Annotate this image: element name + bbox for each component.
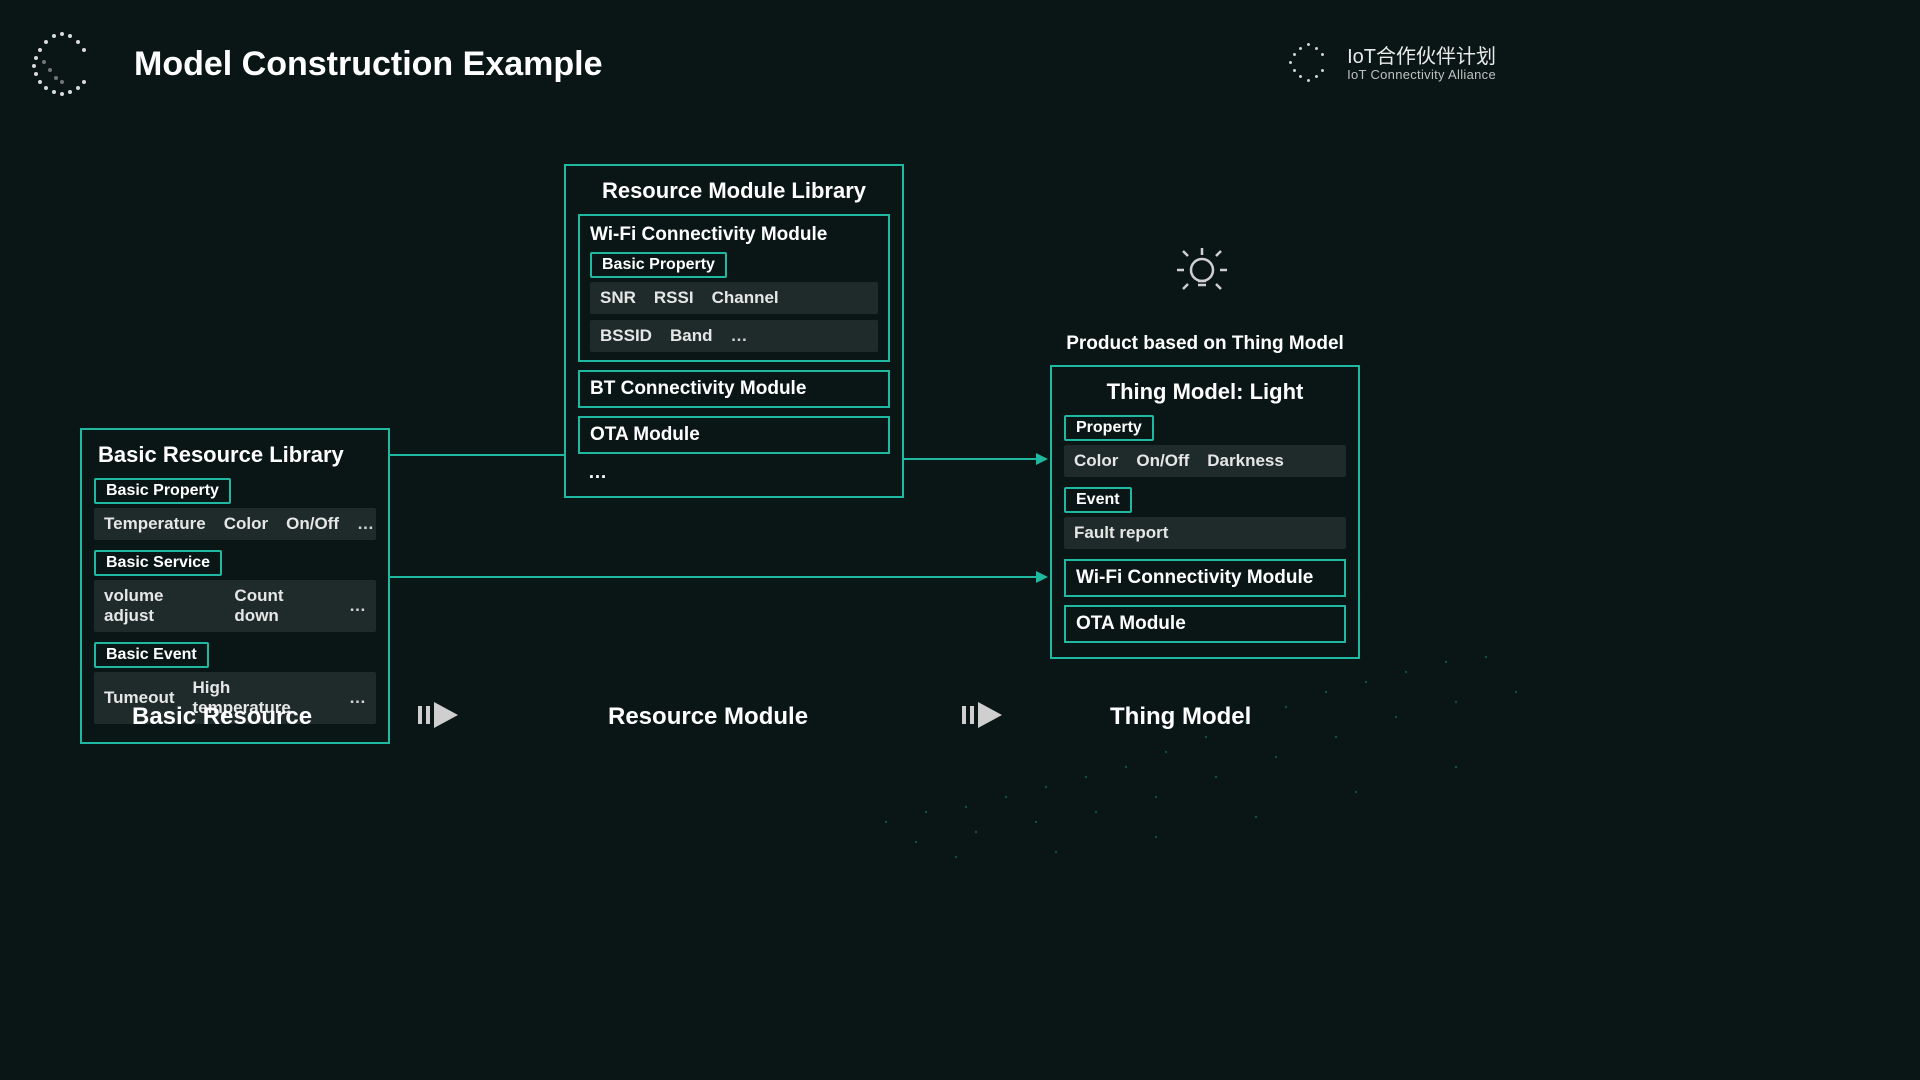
basic-service-row: volume adjust Count down … [94, 580, 376, 632]
tm-prop-color: Color [1074, 451, 1118, 471]
product-based-label: Product based on Thing Model [1040, 333, 1370, 355]
header: Model Construction Example IoT合作伙伴计划 IoT… [0, 0, 1536, 98]
tm-event-section: Event Fault report [1064, 487, 1346, 549]
tm-event-badge: Event [1064, 487, 1132, 513]
wifi-row2: BSSID Band … [590, 320, 878, 352]
basic-property-section: Basic Property Temperature Color On/Off … [94, 478, 376, 540]
thing-model-box: Thing Model: Light Property Color On/Off… [1050, 365, 1360, 659]
wifi-bssid: BSSID [600, 326, 652, 346]
tm-property-section: Property Color On/Off Darkness [1064, 415, 1346, 477]
caption-basic-resource: Basic Resource [132, 703, 312, 731]
brand: IoT合作伙伴计划 IoT Connectivity Alliance [1287, 41, 1496, 87]
ellipsis: … [357, 514, 374, 534]
resource-module-library-box: Resource Module Library Wi-Fi Connectivi… [564, 164, 904, 498]
tm-evt-fault: Fault report [1074, 523, 1168, 543]
flow-arrow-icon [962, 700, 1006, 730]
prop-temperature: Temperature [104, 514, 206, 534]
svc-volume-adjust: volume adjust [104, 586, 216, 626]
wifi-band: Band [670, 326, 713, 346]
brand-title-cn: IoT合作伙伴计划 [1347, 46, 1496, 68]
wifi-module-box: Wi-Fi Connectivity Module Basic Property… [578, 214, 890, 362]
page-title: Model Construction Example [134, 45, 603, 84]
tm-property-badge: Property [1064, 415, 1154, 441]
tm-wifi-module: Wi-Fi Connectivity Module [1064, 559, 1346, 597]
wifi-row1: SNR RSSI Channel [590, 282, 878, 314]
brand-text: IoT合作伙伴计划 IoT Connectivity Alliance [1347, 46, 1496, 82]
ellipsis: … [349, 596, 366, 616]
connector-rm-to-tm [904, 458, 1038, 460]
brand-dotted-icon [1287, 41, 1333, 87]
bt-module-box: BT Connectivity Module [578, 370, 890, 408]
basic-property-row: Temperature Color On/Off … [94, 508, 376, 540]
tm-event-row: Fault report [1064, 517, 1346, 549]
basic-service-section: Basic Service volume adjust Count down … [94, 550, 376, 632]
connector-basic-to-rm [390, 454, 564, 456]
basic-resource-library-box: Basic Resource Library Basic Property Te… [80, 428, 390, 744]
tm-property-row: Color On/Off Darkness [1064, 445, 1346, 477]
svc-countdown: Count down [234, 586, 331, 626]
logo-dotted-c-icon [30, 30, 98, 98]
rm-ellipsis: … [578, 462, 890, 484]
wifi-title: Wi-Fi Connectivity Module [590, 224, 878, 246]
ellipsis: … [730, 326, 747, 346]
wifi-basic-property-badge: Basic Property [590, 252, 727, 278]
basic-title: Basic Resource Library [98, 442, 372, 468]
arrowhead-icon [1036, 571, 1048, 583]
ota-module-box: OTA Module [578, 416, 890, 454]
header-left: Model Construction Example [30, 30, 603, 98]
tm-ota-module: OTA Module [1064, 605, 1346, 643]
ellipsis: … [349, 688, 366, 708]
prop-color: Color [224, 514, 268, 534]
rm-title: Resource Module Library [582, 178, 886, 204]
connector-basic-to-tm [390, 576, 1038, 578]
basic-property-badge: Basic Property [94, 478, 231, 504]
lightbulb-icon [1172, 242, 1232, 302]
caption-resource-module: Resource Module [608, 703, 808, 731]
prop-onoff: On/Off [286, 514, 339, 534]
wifi-channel: Channel [712, 288, 779, 308]
tm-prop-darkness: Darkness [1207, 451, 1284, 471]
tm-title: Thing Model: Light [1068, 379, 1342, 405]
basic-service-badge: Basic Service [94, 550, 222, 576]
caption-thing-model: Thing Model [1110, 703, 1251, 731]
tm-prop-onoff: On/Off [1136, 451, 1189, 471]
arrowhead-icon [1036, 453, 1048, 465]
brand-title-en: IoT Connectivity Alliance [1347, 68, 1496, 82]
wifi-snr: SNR [600, 288, 636, 308]
basic-event-badge: Basic Event [94, 642, 209, 668]
diagram-stage: Basic Resource Library Basic Property Te… [0, 98, 1536, 862]
flow-arrow-icon [418, 700, 462, 730]
wifi-rssi: RSSI [654, 288, 694, 308]
